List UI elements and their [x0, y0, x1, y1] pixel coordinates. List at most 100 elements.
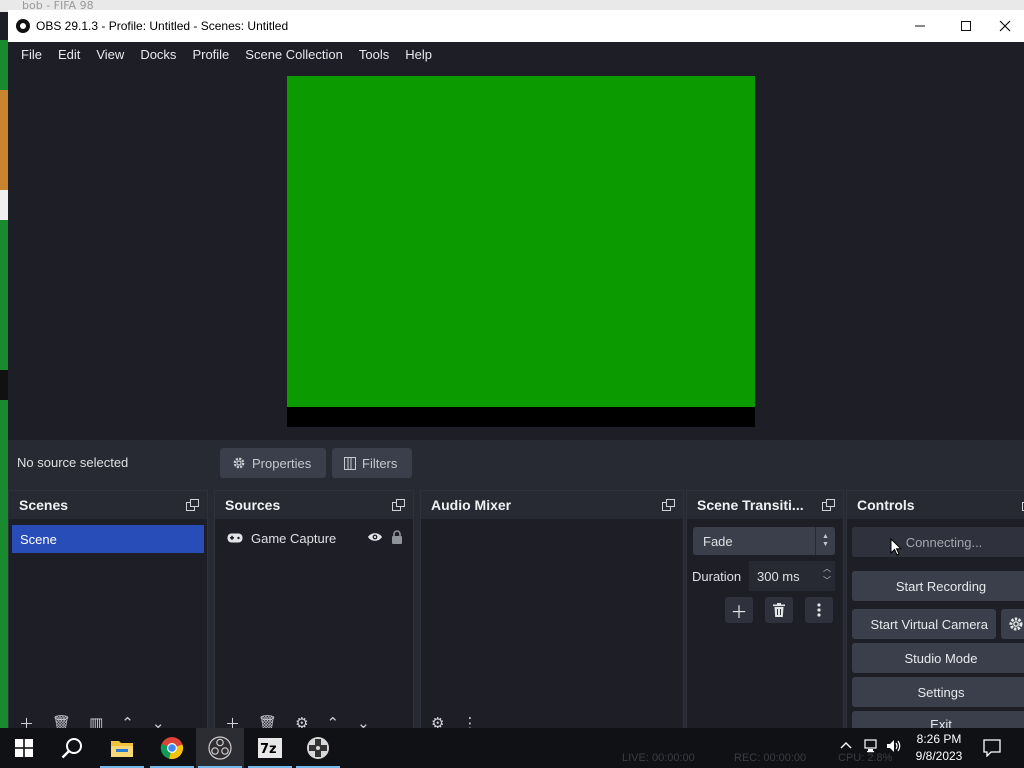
game-taskbar-button[interactable] [294, 728, 342, 768]
settings-button-label: Settings [917, 684, 965, 700]
clock-time: 8:26 PM [916, 732, 962, 746]
menu-scene-collection[interactable]: Scene Collection [237, 47, 351, 62]
scene-transitions-dock-title: Scene Transiti... [697, 497, 804, 513]
7zip-taskbar-button[interactable]: 7z [246, 728, 294, 768]
undock-icon[interactable] [662, 499, 675, 511]
remove-transition-button[interactable] [765, 597, 793, 623]
obs-logo-icon [16, 19, 30, 33]
start-virtual-camera-button[interactable]: Start Virtual Camera [852, 609, 996, 639]
menu-docks[interactable]: Docks [132, 47, 184, 62]
maximize-button[interactable] [943, 10, 989, 42]
controls-dock-title: Controls [857, 497, 915, 513]
filters-icon [344, 456, 356, 470]
streaming-button-label: Connecting... [905, 534, 983, 550]
taskbar: 7z LIVE: 00:00:00 REC: 00:00:00 CPU: 2.8… [0, 728, 1024, 768]
undock-icon[interactable] [186, 499, 199, 511]
title-bar: OBS 29.1.3 - Profile: Untitled - Scenes:… [8, 10, 1024, 42]
spin-arrows-icon[interactable]: ︿ ﹀ [823, 563, 831, 587]
network-icon[interactable] [864, 738, 880, 758]
source-status-label: No source selected [17, 455, 129, 470]
svg-text:7z: 7z [260, 742, 277, 757]
clock-date: 9/8/2023 [915, 749, 963, 763]
filters-button[interactable]: Filters [332, 448, 412, 478]
maximize-icon [961, 21, 971, 31]
transition-more-button[interactable] [805, 597, 833, 623]
close-icon [999, 20, 1011, 32]
preview-canvas[interactable] [287, 76, 755, 407]
start-recording-button[interactable]: Start Recording [852, 571, 1024, 601]
menu-tools[interactable]: Tools [351, 47, 397, 62]
menu-bar: File Edit View Docks Profile Scene Colle… [8, 42, 1024, 66]
close-button[interactable] [986, 10, 1024, 42]
scenes-dock-header: Scenes [9, 491, 207, 519]
transition-select-value: Fade [703, 533, 733, 549]
menu-edit[interactable]: Edit [50, 47, 88, 62]
undock-icon[interactable] [822, 499, 835, 511]
scene-transitions-dock: Scene Transiti... Fade ▲ ▼ Duration 300 m… [686, 490, 844, 730]
taskbar-search-button[interactable] [48, 728, 96, 768]
scenes-dock: Scenes Scene ＋ 🗑 ▥ ⌃ ⌄ [8, 490, 208, 730]
gamepad-icon [227, 533, 243, 543]
rec-status-text: REC: 00:00:00 [734, 752, 807, 764]
scene-transitions-dock-header: Scene Transiti... [687, 491, 843, 519]
trash-icon [773, 603, 785, 617]
start-button[interactable] [0, 728, 48, 768]
transition-select[interactable]: Fade ▲ ▼ [693, 527, 835, 555]
audio-mixer-toolbar: ⚙ ⋮ [421, 709, 683, 729]
game-controller-icon [307, 737, 329, 759]
show-hidden-icons-chevron-icon[interactable] [840, 738, 852, 753]
properties-label: Properties [252, 455, 312, 471]
studio-mode-button[interactable]: Studio Mode [852, 643, 1024, 673]
settings-button[interactable]: Settings [852, 677, 1024, 707]
studio-mode-button-label: Studio Mode [904, 650, 978, 666]
menu-help[interactable]: Help [397, 47, 440, 62]
scenes-dock-toolbar: ＋ 🗑 ▥ ⌃ ⌄ [9, 709, 207, 729]
volume-icon[interactable] [886, 738, 902, 758]
gear-icon [1009, 617, 1023, 631]
more-vertical-icon [817, 603, 821, 617]
mouse-cursor-icon [890, 538, 902, 556]
folder-icon [111, 741, 133, 757]
controls-dock-header: Controls [847, 491, 1024, 519]
taskbar-clock[interactable]: 8:26 PM 9/8/2023 [906, 731, 972, 765]
obs-taskbar-button[interactable] [196, 728, 244, 768]
scene-item-label: Scene [20, 531, 57, 547]
properties-button[interactable]: Properties [220, 448, 326, 478]
sources-dock-title: Sources [225, 497, 281, 513]
scenes-dock-title: Scenes [19, 497, 69, 513]
scene-list-item[interactable]: Scene [12, 525, 204, 553]
file-explorer-taskbar-button[interactable] [98, 728, 146, 768]
minimize-button[interactable] [897, 10, 943, 42]
virtual-camera-settings-button[interactable] [1001, 609, 1024, 639]
lock-icon[interactable] [391, 530, 403, 544]
preview-area[interactable] [8, 66, 1024, 440]
chrome-icon [160, 737, 184, 760]
obs-icon [208, 736, 232, 760]
notifications-icon[interactable] [983, 739, 1001, 761]
live-status-text: LIVE: 00:00:00 [622, 752, 695, 764]
start-streaming-button[interactable]: Connecting... [852, 527, 1024, 557]
select-arrows-icon: ▲ ▼ [815, 527, 835, 555]
duration-spinbox[interactable]: 300 ms ︿ ﹀ [749, 561, 835, 591]
filters-label: Filters [362, 455, 398, 471]
sources-dock-toolbar: ＋ 🗑 ⚙ ⌃ ⌄ [215, 709, 413, 729]
windows-logo-icon [15, 739, 33, 757]
add-transition-button[interactable]: ＋ [725, 597, 753, 623]
transition-toolbar: ＋ [725, 597, 833, 623]
sources-dock: Sources Game Capture ＋ 🗑 ⚙ ⌃ ⌄ [214, 490, 414, 730]
gear-icon [233, 457, 245, 469]
menu-profile[interactable]: Profile [184, 47, 237, 62]
audio-mixer-dock-title: Audio Mixer [431, 497, 512, 513]
menu-file[interactable]: File [13, 47, 50, 62]
background-game-window [0, 40, 8, 730]
undock-icon[interactable] [392, 499, 405, 511]
source-list-item[interactable]: Game Capture [227, 525, 407, 551]
audio-mixer-dock-header: Audio Mixer [421, 491, 683, 519]
visibility-eye-icon[interactable] [367, 531, 383, 543]
duration-label: Duration [692, 569, 742, 584]
search-icon [61, 738, 82, 759]
menu-view[interactable]: View [88, 47, 132, 62]
recording-button-label: Start Recording [895, 578, 987, 594]
sources-dock-header: Sources [215, 491, 413, 519]
chrome-taskbar-button[interactable] [148, 728, 196, 768]
